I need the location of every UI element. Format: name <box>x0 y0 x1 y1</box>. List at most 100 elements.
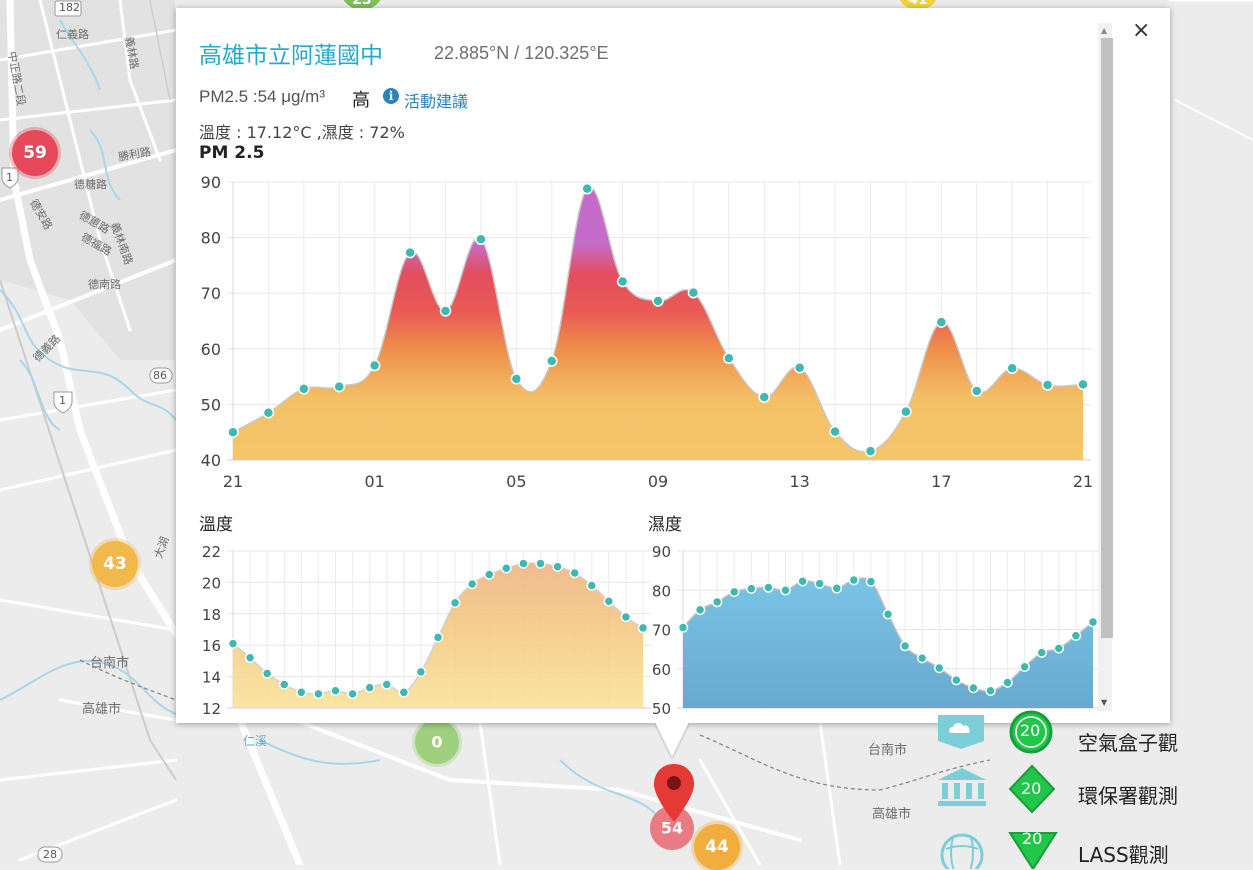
street-label: 德糖路 <box>74 178 107 191</box>
legend-item[interactable]: 20 環保署觀測 <box>930 760 1178 815</box>
legend-badge-value: 20 <box>1021 779 1042 798</box>
y-tick-label: 70 <box>201 284 221 303</box>
legend-panel: 20 空氣盒子觀 20 環保署觀測 20 LASS觀測 <box>930 705 1178 869</box>
scrollbar-thumb[interactable] <box>1101 38 1113 638</box>
pm25-chart-title: PM 2.5 <box>199 143 265 163</box>
y-tick-label: 40 <box>201 451 221 470</box>
map-cluster-marker[interactable]: 0 <box>415 720 459 764</box>
river-label: 仁溪 <box>243 734 268 748</box>
data-point <box>729 586 740 598</box>
x-tick-label: 13 <box>789 472 809 491</box>
data-point <box>934 662 945 674</box>
data-point <box>1002 677 1013 688</box>
temperature-chart: 12 14 16 18 20 22 <box>202 543 651 718</box>
data-point <box>780 585 791 596</box>
data-point <box>501 563 512 574</box>
location-pin-icon[interactable] <box>652 762 696 832</box>
data-point <box>535 558 546 569</box>
station-coordinates: 22.885°N / 120.325°E <box>434 43 609 63</box>
city-label-kaohsiung: 高雄市 <box>872 807 912 822</box>
y-tick-label: 16 <box>202 637 221 655</box>
y-tick-label: 22 <box>202 543 221 561</box>
map-cluster-marker[interactable]: 44 <box>694 824 740 870</box>
data-point <box>968 682 979 694</box>
map-cluster-marker[interactable]: 59 <box>12 130 58 176</box>
city-label-kaohsiung: 高雄市 <box>82 702 122 717</box>
legend-badge-value: 20 <box>1022 829 1043 848</box>
globe-icon <box>940 833 984 869</box>
data-point <box>466 578 478 590</box>
data-point <box>763 582 774 593</box>
city-label-tainan: 台南市 <box>868 743 908 758</box>
data-point <box>916 652 928 664</box>
data-point <box>620 611 632 623</box>
road-number-1: 1 <box>6 171 13 184</box>
pm25-chart: 40 50 60 70 80 90 21 01 05 09 13 17 21 <box>201 173 1094 491</box>
data-point <box>1041 379 1054 391</box>
road-number-182: 182 <box>59 1 80 14</box>
data-point <box>951 674 962 686</box>
street-label: 仁義路 <box>56 28 89 41</box>
data-point <box>899 640 911 652</box>
data-point <box>797 575 808 587</box>
scroll-up-arrow-icon[interactable]: ▲ <box>1101 26 1107 35</box>
data-point <box>793 361 806 374</box>
data-point <box>758 391 770 403</box>
y-tick-label: 50 <box>201 395 221 414</box>
data-point <box>1006 362 1018 375</box>
data-point <box>381 679 392 690</box>
data-point <box>694 604 706 616</box>
x-tick-label: 21 <box>1073 472 1093 491</box>
close-button[interactable]: × <box>1132 18 1150 43</box>
data-point <box>935 316 948 328</box>
city-label-tainan: 台南市 <box>90 656 130 671</box>
activity-advice-link[interactable]: 活動建議 <box>404 88 468 112</box>
data-point <box>449 597 461 609</box>
data-point <box>829 425 841 438</box>
data-point <box>333 380 345 393</box>
data-point <box>723 352 735 365</box>
data-point <box>971 385 983 397</box>
y-tick-label: 20 <box>202 574 221 592</box>
data-point <box>313 688 324 700</box>
legend-item[interactable]: 20 空氣盒子觀 <box>930 705 1178 757</box>
data-point <box>546 355 558 367</box>
data-point <box>616 275 629 288</box>
data-point <box>882 608 894 620</box>
data-point <box>398 687 410 698</box>
legend-badge-value: 20 <box>1020 721 1041 740</box>
x-tick-label: 09 <box>648 472 668 491</box>
data-point <box>432 632 444 643</box>
data-point <box>475 233 487 246</box>
street-label: 德南路 <box>88 278 121 291</box>
x-tick-label: 05 <box>506 472 526 491</box>
humidity-chart: 50 60 70 80 90 <box>652 543 1101 718</box>
data-point <box>439 305 452 317</box>
data-point <box>415 666 427 678</box>
data-point <box>569 567 580 579</box>
data-point <box>368 359 381 372</box>
y-tick-label: 50 <box>652 700 671 718</box>
data-point <box>510 373 523 385</box>
data-point <box>279 679 290 690</box>
x-tick-label: 21 <box>223 472 243 491</box>
data-point <box>552 561 563 572</box>
data-point <box>484 569 495 580</box>
info-icon[interactable]: i <box>383 88 399 104</box>
station-info-popup: × 高雄市立阿蓮國中 22.885°N / 120.325°E PM2.5 :5… <box>176 8 1170 723</box>
data-point <box>864 445 877 457</box>
data-point <box>1070 630 1082 642</box>
data-point <box>518 558 529 569</box>
road-number-86: 86 <box>153 369 167 382</box>
pm25-level: 高 <box>352 90 370 111</box>
data-point <box>687 286 700 299</box>
data-point <box>985 685 996 696</box>
data-point <box>814 578 825 589</box>
data-point <box>1053 643 1065 654</box>
map-cluster-marker[interactable]: 43 <box>92 541 138 587</box>
legend-item[interactable]: 20 LASS觀測 <box>930 815 1173 869</box>
data-point <box>581 182 593 195</box>
y-tick-label: 18 <box>202 606 221 624</box>
legend-label: 空氣盒子觀 <box>1078 731 1178 755</box>
humidity-chart-title: 濕度 <box>648 515 682 535</box>
